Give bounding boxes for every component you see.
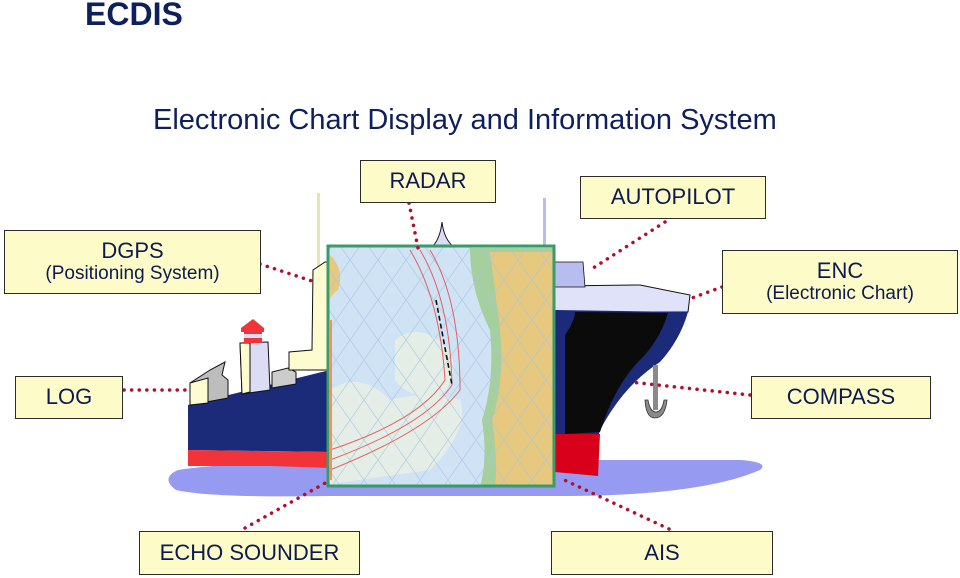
lighthouse-roof: [241, 319, 264, 332]
superstructure-front: [189, 377, 209, 406]
compass-box[interactable]: COMPASS: [751, 376, 931, 419]
dgps-label: DGPS: [101, 238, 164, 264]
connector-dgps: [258, 262, 317, 284]
echo-sounder-label: ECHO SOUNDER: [159, 539, 340, 565]
echo-sounder-box[interactable]: ECHO SOUNDER: [139, 531, 360, 575]
connector-autopilot: [588, 220, 667, 272]
enc-box[interactable]: ENC (Electronic Chart): [722, 250, 958, 314]
hull-stern-red: [188, 450, 330, 468]
connector-compass: [628, 380, 752, 397]
compass-label: COMPASS: [786, 384, 896, 410]
dgps-box[interactable]: DGPS (Positioning System): [4, 230, 261, 294]
bow-cabin: [554, 261, 586, 288]
mast-left: [317, 193, 320, 273]
dgps-sublabel: (Positioning System): [45, 262, 220, 284]
funnel-side: [239, 342, 251, 395]
radar-box[interactable]: RADAR: [360, 160, 496, 203]
enc-sublabel: (Electronic Chart): [766, 282, 914, 304]
deckhouse: [271, 367, 297, 389]
electronic-chart-display: [326, 244, 556, 488]
log-label: LOG: [45, 384, 93, 410]
autopilot-label: AUTOPILOT: [610, 184, 736, 210]
connector-radar: [407, 201, 420, 250]
radar-label: RADAR: [389, 168, 467, 194]
autopilot-box[interactable]: AUTOPILOT: [580, 176, 766, 219]
ais-box[interactable]: AIS: [551, 531, 773, 575]
connector-enc: [690, 285, 724, 300]
hull-bow-red: [555, 434, 600, 476]
anchor-icon: [644, 365, 668, 419]
log-box[interactable]: LOG: [15, 376, 123, 419]
enc-label: ENC: [816, 258, 864, 284]
bow-deck: [554, 284, 691, 313]
ais-label: AIS: [644, 539, 680, 565]
lighthouse-band: [244, 334, 262, 338]
radar-antenna-icon: [429, 221, 457, 249]
bridge-house: [288, 261, 331, 371]
